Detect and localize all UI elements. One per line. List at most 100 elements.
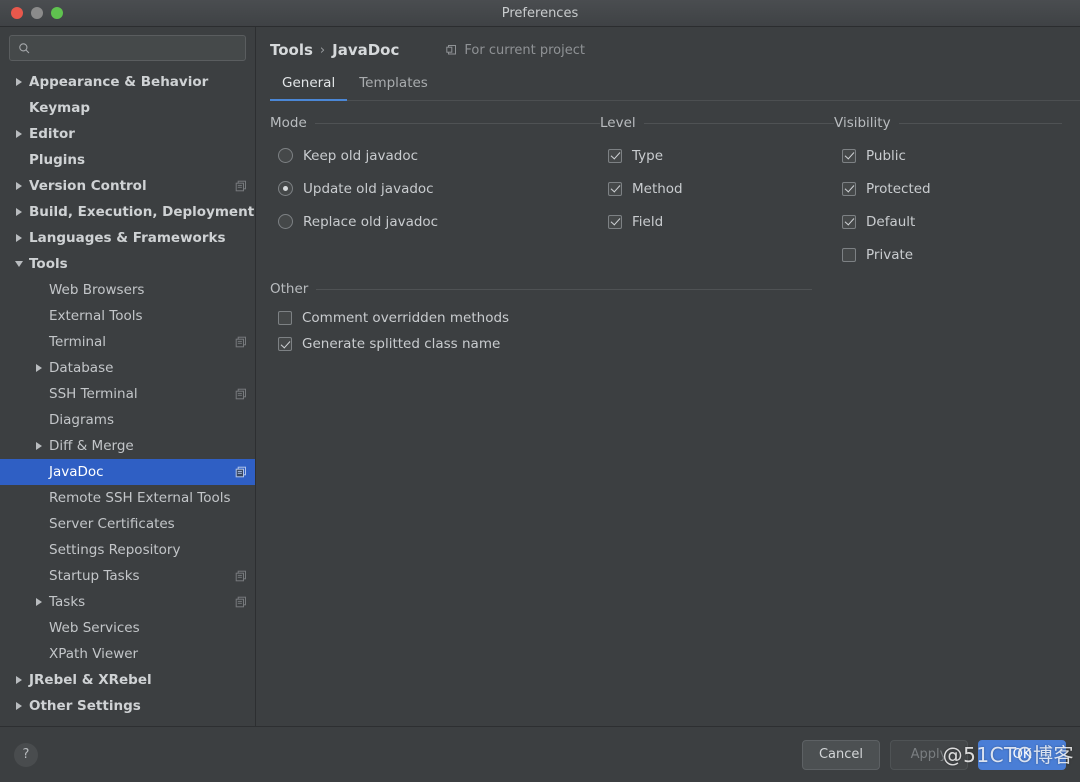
checkbox-checked-icon[interactable]: [842, 215, 856, 229]
chevron-right-icon[interactable]: [32, 442, 45, 450]
cancel-button[interactable]: Cancel: [802, 740, 880, 770]
option-label: Field: [632, 214, 663, 230]
divider: [644, 123, 834, 124]
sidebar-item-label: Startup Tasks: [49, 568, 235, 584]
ok-button[interactable]: OK: [978, 740, 1066, 770]
radio-option-update-old-javadoc[interactable]: Update old javadoc: [270, 172, 600, 205]
search-input[interactable]: [31, 41, 245, 55]
sidebar-item-tools[interactable]: Tools: [0, 251, 255, 277]
chevron-right-icon[interactable]: [12, 78, 25, 86]
help-button[interactable]: ?: [14, 743, 38, 767]
checkbox-unchecked-icon[interactable]: [278, 311, 292, 325]
radio-icon[interactable]: [278, 181, 293, 196]
checkbox-option-comment-overridden-methods[interactable]: Comment overridden methods: [270, 305, 812, 331]
sidebar-item-label: Version Control: [29, 178, 235, 194]
module-config-icon: [235, 336, 247, 348]
chevron-right-icon[interactable]: [12, 208, 25, 216]
sidebar-item-jrebel-xrebel[interactable]: JRebel & XRebel: [0, 667, 255, 693]
sidebar-item-server-certificates[interactable]: Server Certificates: [0, 511, 255, 537]
sidebar-item-diagrams[interactable]: Diagrams: [0, 407, 255, 433]
checkbox-option-protected[interactable]: Protected: [834, 172, 1062, 205]
checkbox-checked-icon[interactable]: [608, 182, 622, 196]
checkbox-option-default[interactable]: Default: [834, 205, 1062, 238]
option-label: Keep old javadoc: [303, 148, 418, 164]
checkbox-checked-icon[interactable]: [608, 149, 622, 163]
radio-icon[interactable]: [278, 214, 293, 229]
chevron-right-icon[interactable]: [32, 598, 45, 606]
sidebar-item-label: Web Browsers: [49, 282, 247, 298]
checkbox-checked-icon[interactable]: [278, 337, 292, 351]
dialog-footer: ? CancelApplyOK @51CTO博客: [0, 726, 1080, 782]
option-label: Method: [632, 181, 683, 197]
checkbox-option-type[interactable]: Type: [600, 139, 834, 172]
javadoc-settings-panel: Mode Keep old javadocUpdate old javadocR…: [256, 101, 1080, 726]
divider: [315, 123, 600, 124]
minimize-window-button[interactable]: [31, 7, 43, 19]
settings-tabs[interactable]: GeneralTemplates: [270, 69, 1080, 101]
other-group-label: Other: [270, 281, 308, 297]
sidebar-item-database[interactable]: Database: [0, 355, 255, 381]
chevron-right-icon[interactable]: [12, 182, 25, 190]
footer-button-row: CancelApplyOK: [802, 740, 1066, 770]
sidebar-item-tasks[interactable]: Tasks: [0, 589, 255, 615]
radio-option-replace-old-javadoc[interactable]: Replace old javadoc: [270, 205, 600, 238]
sidebar-item-keymap[interactable]: Keymap: [0, 95, 255, 121]
sidebar-item-other-settings[interactable]: Other Settings: [0, 693, 255, 719]
search-box[interactable]: [9, 35, 246, 61]
chevron-right-icon[interactable]: [32, 364, 45, 372]
sidebar-item-web-services[interactable]: Web Services: [0, 615, 255, 641]
sidebar-item-version-control[interactable]: Version Control: [0, 173, 255, 199]
chevron-right-icon[interactable]: [12, 130, 25, 138]
sidebar-item-startup-tasks[interactable]: Startup Tasks: [0, 563, 255, 589]
sidebar-item-remote-ssh-external-tools[interactable]: Remote SSH External Tools: [0, 485, 255, 511]
close-window-button[interactable]: [11, 7, 23, 19]
sidebar-item-xpath-viewer[interactable]: XPath Viewer: [0, 641, 255, 667]
option-label: Type: [632, 148, 663, 164]
zoom-window-button[interactable]: [51, 7, 63, 19]
divider: [899, 123, 1062, 124]
sidebar-item-settings-repository[interactable]: Settings Repository: [0, 537, 255, 563]
sidebar-item-appearance-behavior[interactable]: Appearance & Behavior: [0, 69, 255, 95]
checkbox-checked-icon[interactable]: [842, 182, 856, 196]
sidebar-item-label: Web Services: [49, 620, 247, 636]
module-config-icon: [235, 388, 247, 400]
tab-templates[interactable]: Templates: [347, 69, 440, 100]
settings-tree[interactable]: Appearance & Behavior Keymap Editor Plugins…: [0, 69, 255, 726]
tab-general[interactable]: General: [270, 69, 347, 100]
sidebar-item-label: Keymap: [29, 100, 247, 116]
checkbox-checked-icon[interactable]: [608, 215, 622, 229]
sidebar-item-plugins[interactable]: Plugins: [0, 147, 255, 173]
checkbox-option-method[interactable]: Method: [600, 172, 834, 205]
sidebar-item-external-tools[interactable]: External Tools: [0, 303, 255, 329]
sidebar-item-label: Diagrams: [49, 412, 247, 428]
chevron-right-icon[interactable]: [12, 702, 25, 710]
option-label: Update old javadoc: [303, 181, 434, 197]
radio-icon[interactable]: [278, 148, 293, 163]
sidebar-item-javadoc[interactable]: JavaDoc: [0, 459, 255, 485]
sidebar-item-diff-merge[interactable]: Diff & Merge: [0, 433, 255, 459]
chevron-down-icon[interactable]: [12, 261, 25, 267]
module-config-icon: [235, 570, 247, 582]
visibility-group: Visibility PublicProtectedDefaultPrivate: [834, 115, 1062, 271]
search-container: [0, 35, 255, 69]
checkbox-checked-icon[interactable]: [842, 149, 856, 163]
checkbox-option-field[interactable]: Field: [600, 205, 834, 238]
sidebar-item-web-browsers[interactable]: Web Browsers: [0, 277, 255, 303]
sidebar-item-label: JRebel & XRebel: [29, 672, 247, 688]
sidebar-item-ssh-terminal[interactable]: SSH Terminal: [0, 381, 255, 407]
chevron-right-icon[interactable]: [12, 234, 25, 242]
checkbox-option-private[interactable]: Private: [834, 238, 1062, 271]
checkbox-option-public[interactable]: Public: [834, 139, 1062, 172]
sidebar-item-terminal[interactable]: Terminal: [0, 329, 255, 355]
checkbox-option-generate-splitted-class-name[interactable]: Generate splitted class name: [270, 331, 812, 357]
sidebar-item-build-execution-deployment[interactable]: Build, Execution, Deployment: [0, 199, 255, 225]
radio-option-keep-old-javadoc[interactable]: Keep old javadoc: [270, 139, 600, 172]
breadcrumb-parent[interactable]: Tools: [270, 41, 313, 59]
sidebar-item-editor[interactable]: Editor: [0, 121, 255, 147]
checkbox-unchecked-icon[interactable]: [842, 248, 856, 262]
chevron-right-icon[interactable]: [12, 676, 25, 684]
sidebar-item-label: Plugins: [29, 152, 247, 168]
sidebar-item-languages-frameworks[interactable]: Languages & Frameworks: [0, 225, 255, 251]
sidebar-item-label: Settings Repository: [49, 542, 247, 558]
option-label: Replace old javadoc: [303, 214, 438, 230]
